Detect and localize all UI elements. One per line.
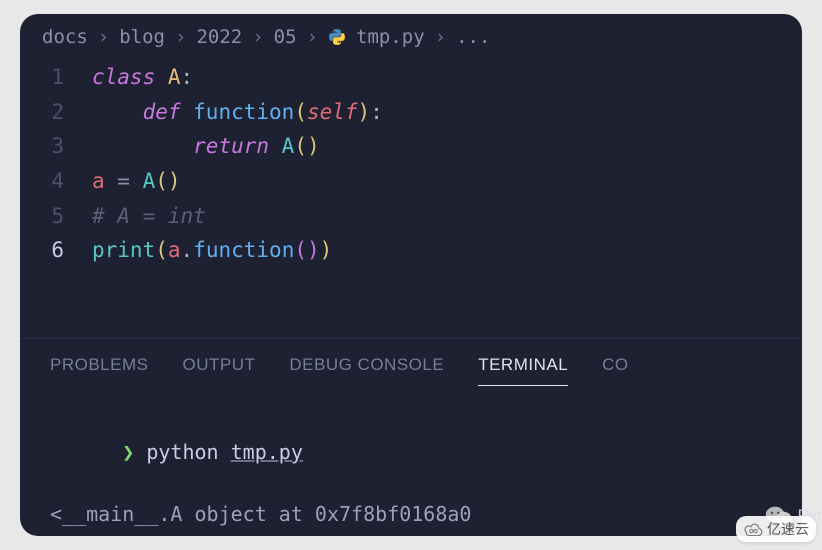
code-editor[interactable]: 1class A:2 def function(self):3 return A… [20,58,802,338]
crumb-blog[interactable]: blog [119,26,165,48]
crumb-more[interactable]: ... [456,26,490,48]
token: A [143,169,156,193]
token: () [294,134,319,158]
breadcrumb[interactable]: docs › blog › 2022 › 05 › tmp.py › ... [20,14,802,58]
code-line[interactable]: 2 def function(self): [20,95,802,130]
token: def [143,100,194,124]
token: () [155,169,180,193]
token: : [181,65,194,89]
crumb-sep: › [175,26,186,48]
command: python [146,440,218,464]
crumb-sep: › [435,26,446,48]
token: ( [155,238,168,262]
token: () [294,238,319,262]
crumb-docs[interactable]: docs [42,26,88,48]
crumb-sep: › [98,26,109,48]
code-line[interactable]: 4a = A() [20,164,802,199]
cloud-icon [743,522,763,536]
python-icon [328,28,346,46]
panel-tab-problems[interactable]: PROBLEMS [50,355,148,386]
token: class [92,65,168,89]
token: ) [320,238,333,262]
code-line[interactable]: 5# A = int [20,199,802,234]
token: A [282,134,295,158]
token: print [92,238,155,262]
panel-tab-debug-console[interactable]: DEBUG CONSOLE [289,355,444,386]
token: ( [294,100,307,124]
line-number: 6 [20,233,92,268]
token: . [181,238,194,262]
panel-tab-output[interactable]: OUTPUT [182,355,255,386]
token: A [168,65,181,89]
terminal-output: <__main__.A object at 0x7f8bf0168a0 [50,499,772,530]
token: a [92,169,105,193]
token: : [370,100,383,124]
brand-badge: 亿速云 [736,516,816,542]
code-line[interactable]: 3 return A() [20,129,802,164]
crumb-sep: › [252,26,263,48]
command-arg: tmp.py [231,440,303,464]
token: # A = int [92,204,206,228]
panel-tab-co[interactable]: CO [602,355,629,386]
crumb-2022[interactable]: 2022 [196,26,242,48]
line-number: 5 [20,199,92,234]
prompt-icon: ❯ [122,440,134,464]
terminal[interactable]: ❯ python tmp.py <__main__.A object at 0x… [20,386,802,536]
crumb-05[interactable]: 05 [274,26,297,48]
code-line[interactable]: 1class A: [20,60,802,95]
editor-window: docs › blog › 2022 › 05 › tmp.py › ... 1… [20,14,802,536]
line-number: 2 [20,95,92,130]
token: self [307,100,358,124]
token: = [105,169,143,193]
token: function [193,100,294,124]
token: function [193,238,294,262]
badge-text: 亿速云 [767,519,809,539]
crumb-sep: › [307,26,318,48]
token: return [193,134,282,158]
code-line[interactable]: 6print(a.function()) [20,233,802,268]
token: ) [358,100,371,124]
line-number: 1 [20,60,92,95]
token: a [168,238,181,262]
panel-tabs: PROBLEMS OUTPUT DEBUG CONSOLE TERMINAL CO [20,339,802,386]
panel-tab-terminal[interactable]: TERMINAL [478,355,568,386]
line-number: 3 [20,129,92,164]
crumb-file[interactable]: tmp.py [356,26,425,48]
line-number: 4 [20,164,92,199]
terminal-command-line: ❯ python tmp.py [50,406,772,499]
